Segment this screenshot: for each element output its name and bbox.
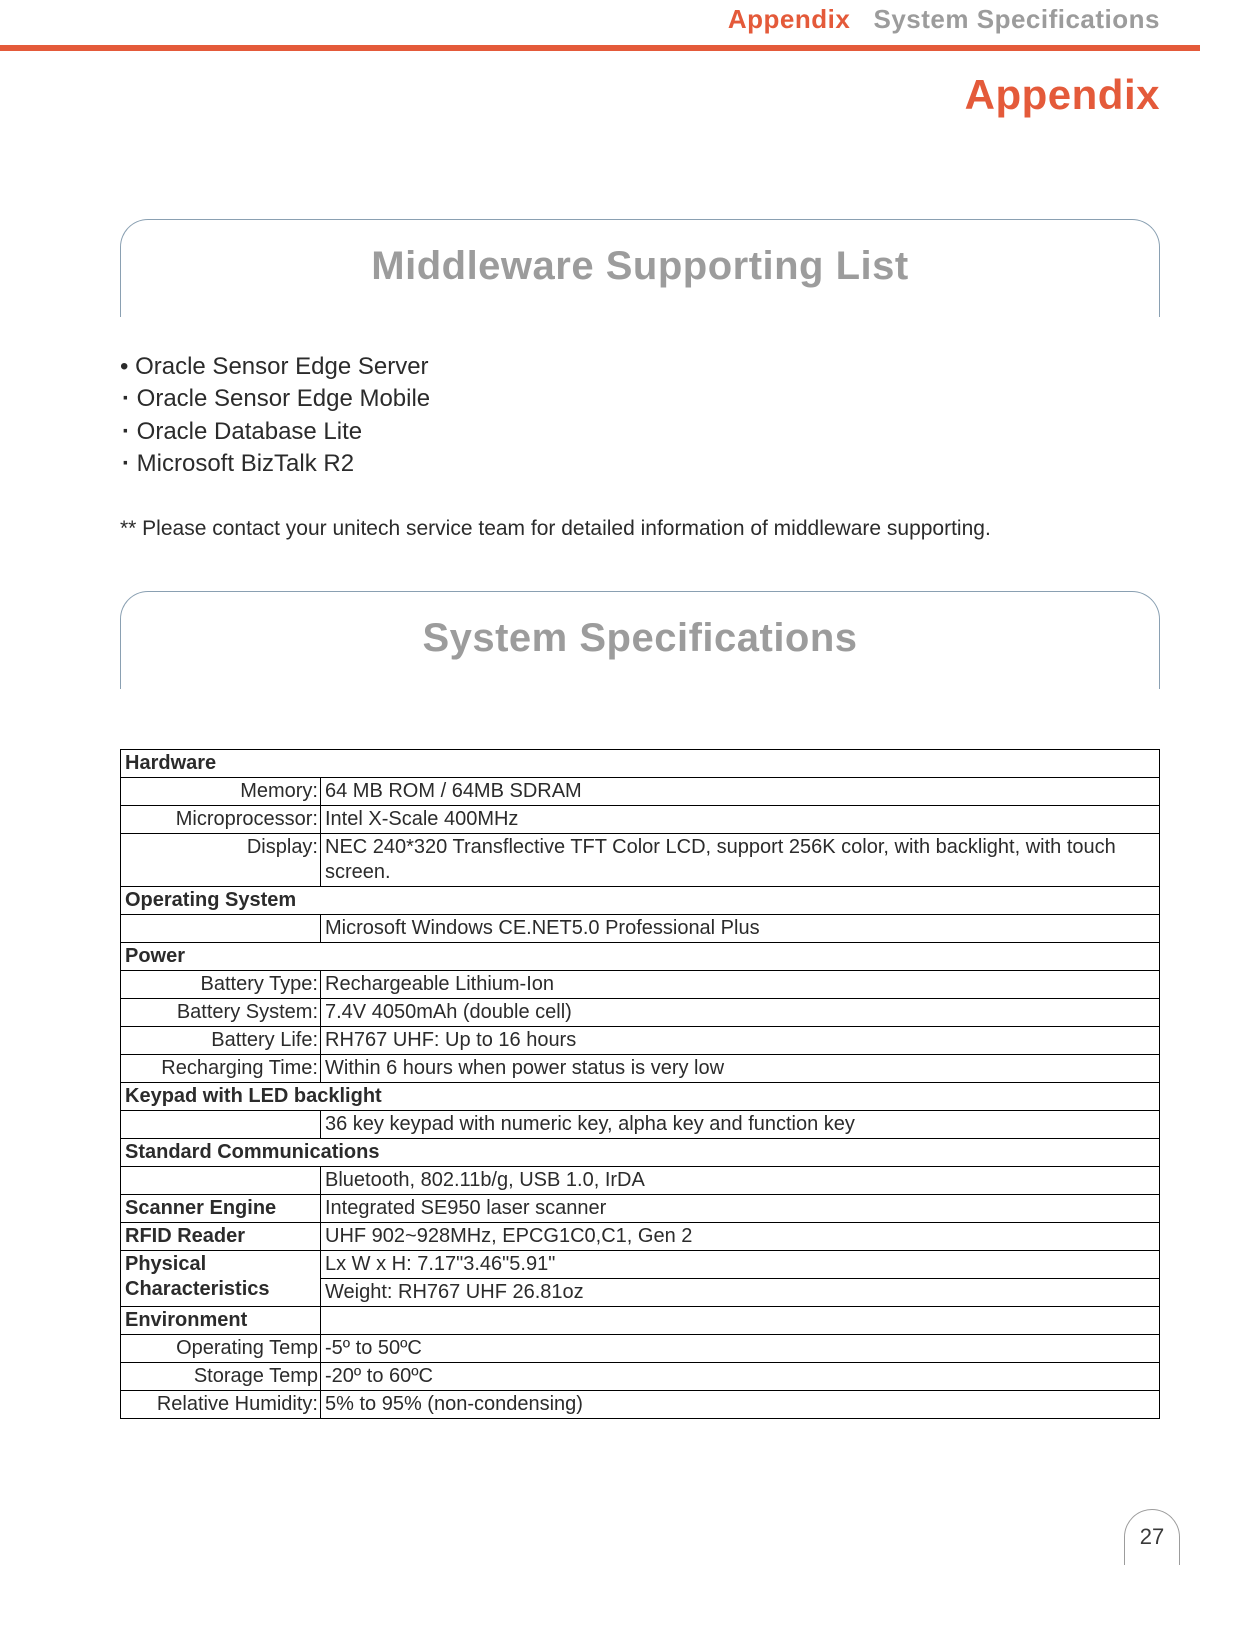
spec-section-header: Scanner Engine — [121, 1194, 321, 1222]
table-row: Battery Life:RH767 UHF: Up to 16 hours — [121, 1026, 1160, 1054]
table-row: Keypad with LED backlight — [121, 1082, 1160, 1110]
spec-value: Lx W x H: 7.17"3.46"5.91" — [321, 1250, 1160, 1278]
table-row: Power — [121, 942, 1160, 970]
spec-value: 64 MB ROM / 64MB SDRAM — [321, 777, 1160, 805]
spec-value: RH767 UHF: Up to 16 hours — [321, 1026, 1160, 1054]
middleware-item: Oracle Sensor Edge Mobile — [120, 383, 1160, 415]
spec-label: Storage Temp — [121, 1362, 321, 1390]
spec-section-header: Environment — [121, 1306, 321, 1334]
table-row: Environment — [121, 1306, 1160, 1334]
spec-label: Microprocessor: — [121, 805, 321, 833]
spec-label: Battery Life: — [121, 1026, 321, 1054]
middleware-item: Microsoft BizTalk R2 — [120, 448, 1160, 480]
spec-value: 7.4V 4050mAh (double cell) — [321, 998, 1160, 1026]
spec-label: Recharging Time: — [121, 1054, 321, 1082]
spec-value: Microsoft Windows CE.NET5.0 Professional… — [321, 914, 1160, 942]
table-row: Battery Type:Rechargeable Lithium-Ion — [121, 970, 1160, 998]
spec-value: Within 6 hours when power status is very… — [321, 1054, 1160, 1082]
spec-value: 5% to 95% (non-condensing) — [321, 1390, 1160, 1418]
table-row: Storage Temp-20º to 60ºC — [121, 1362, 1160, 1390]
spec-section-header: Operating System — [121, 886, 1160, 914]
table-row: 36 key keypad with numeric key, alpha ke… — [121, 1110, 1160, 1138]
breadcrumb: Appendix System Specifications — [728, 4, 1160, 34]
header-bar: Appendix System Specifications — [0, 0, 1240, 35]
table-row: Memory:64 MB ROM / 64MB SDRAM — [121, 777, 1160, 805]
content-area: Middleware Supporting List Oracle Sensor… — [0, 119, 1240, 1419]
spec-value: Intel X-Scale 400MHz — [321, 805, 1160, 833]
spec-label — [121, 1110, 321, 1138]
table-row: Operating Temp-5º to 50ºC — [121, 1334, 1160, 1362]
spec-value: Weight: RH767 UHF 26.81oz — [321, 1278, 1160, 1306]
header-rule — [0, 45, 1200, 51]
middleware-item: Oracle Sensor Edge Server — [120, 351, 1160, 383]
middleware-banner: Middleware Supporting List — [120, 219, 1160, 317]
spec-value: -5º to 50ºC — [321, 1334, 1160, 1362]
spec-section-header: Hardware — [121, 749, 1160, 777]
spec-value: Bluetooth, 802.11b/g, USB 1.0, IrDA — [321, 1166, 1160, 1194]
spec-value: 36 key keypad with numeric key, alpha ke… — [321, 1110, 1160, 1138]
middleware-list: Oracle Sensor Edge Server Oracle Sensor … — [120, 351, 1160, 481]
spec-section-header: Standard Communications — [121, 1138, 1160, 1166]
sysspec-banner-title: System Specifications — [121, 616, 1159, 661]
table-row: Display:NEC 240*320 Transflective TFT Co… — [121, 833, 1160, 886]
spec-section-header: Physical Characteristics — [121, 1250, 321, 1306]
table-row: Relative Humidity:5% to 95% (non-condens… — [121, 1390, 1160, 1418]
table-row: Operating System — [121, 886, 1160, 914]
table-row: Physical CharacteristicsLx W x H: 7.17"3… — [121, 1250, 1160, 1278]
spec-section-header: Power — [121, 942, 1160, 970]
spec-label: Battery Type: — [121, 970, 321, 998]
spec-value: -20º to 60ºC — [321, 1362, 1160, 1390]
spec-label: Display: — [121, 833, 321, 886]
table-row: Scanner EngineIntegrated SE950 laser sca… — [121, 1194, 1160, 1222]
spec-label: Memory: — [121, 777, 321, 805]
spec-value: UHF 902~928MHz, EPCG1C0,C1, Gen 2 — [321, 1222, 1160, 1250]
table-row: Microprocessor:Intel X-Scale 400MHz — [121, 805, 1160, 833]
table-row: Microsoft Windows CE.NET5.0 Professional… — [121, 914, 1160, 942]
spec-value: NEC 240*320 Transflective TFT Color LCD,… — [321, 833, 1160, 886]
breadcrumb-sysspec: System Specifications — [874, 4, 1161, 34]
spec-label: Operating Temp — [121, 1334, 321, 1362]
spec-label — [121, 914, 321, 942]
table-row: Bluetooth, 802.11b/g, USB 1.0, IrDA — [121, 1166, 1160, 1194]
spec-section-header: RFID Reader — [121, 1222, 321, 1250]
sysspec-banner: System Specifications — [120, 591, 1160, 689]
page-number-wrap: 27 — [0, 1509, 1240, 1565]
spec-value — [321, 1306, 1160, 1334]
middleware-footnote: ** Please contact your unitech service t… — [120, 517, 1160, 541]
spec-section-header: Keypad with LED backlight — [121, 1082, 1160, 1110]
table-row: Battery System:7.4V 4050mAh (double cell… — [121, 998, 1160, 1026]
table-row: Hardware — [121, 749, 1160, 777]
table-row: Recharging Time:Within 6 hours when powe… — [121, 1054, 1160, 1082]
middleware-banner-title: Middleware Supporting List — [121, 244, 1159, 289]
middleware-item: Oracle Database Lite — [120, 416, 1160, 448]
spec-table: Hardware Memory:64 MB ROM / 64MB SDRAM M… — [120, 749, 1160, 1419]
table-row: Standard Communications — [121, 1138, 1160, 1166]
spec-label: Battery System: — [121, 998, 321, 1026]
spec-value: Rechargeable Lithium-Ion — [321, 970, 1160, 998]
spec-label: Relative Humidity: — [121, 1390, 321, 1418]
page-title: Appendix — [0, 71, 1160, 119]
table-row: RFID ReaderUHF 902~928MHz, EPCG1C0,C1, G… — [121, 1222, 1160, 1250]
spec-value: Integrated SE950 laser scanner — [321, 1194, 1160, 1222]
page-number: 27 — [1124, 1509, 1180, 1565]
spec-label — [121, 1166, 321, 1194]
breadcrumb-appendix: Appendix — [728, 4, 850, 34]
